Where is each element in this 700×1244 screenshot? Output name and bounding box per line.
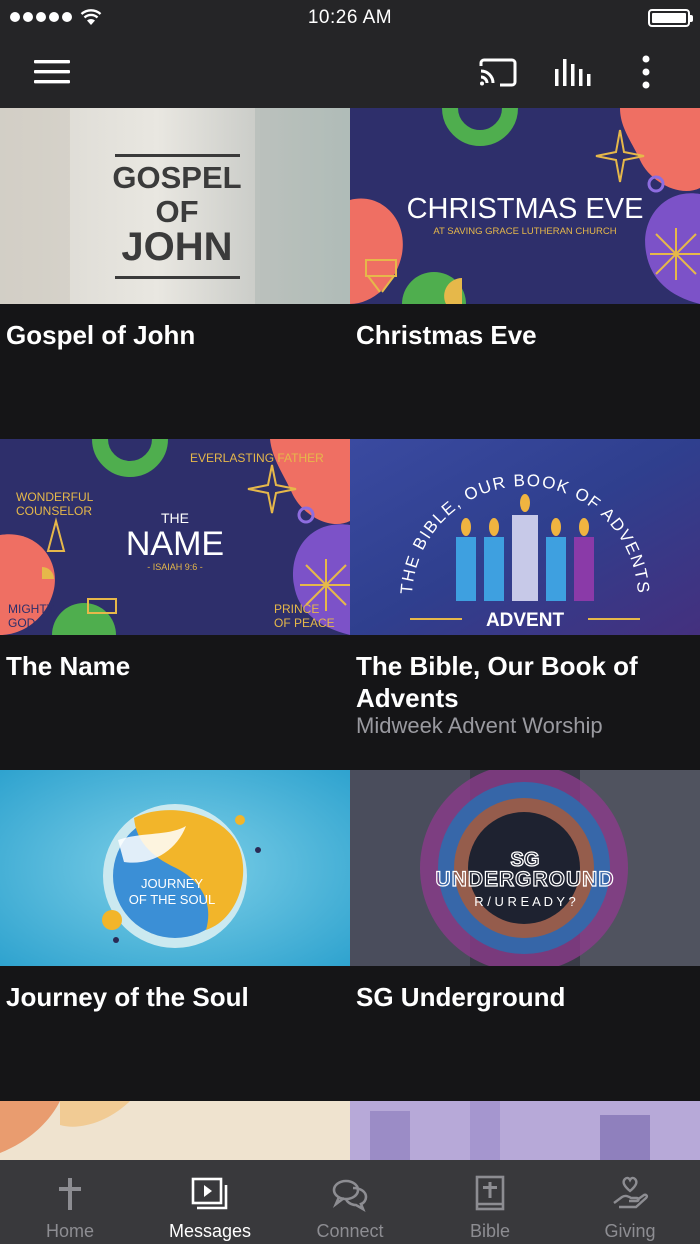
bible-book-icon (470, 1174, 510, 1214)
series-card[interactable]: JOURNEY OF THE SOUL Journey of the Soul (0, 770, 350, 1101)
battery-icon (648, 9, 693, 27)
art-text: GOSPEL (112, 160, 241, 195)
art-text: OF PEACE (274, 616, 335, 630)
series-card[interactable]: THE NAME - ISAIAH 9:6 - WONDERFUL COUNSE… (0, 439, 350, 770)
hamburger-menu-icon (34, 60, 70, 84)
giving-hand-heart-icon (610, 1174, 650, 1214)
art-text: GOD (8, 616, 36, 630)
series-artwork (350, 1101, 700, 1161)
art-text: NAME (126, 525, 224, 563)
art-text: R / U R E A D Y ? (474, 894, 575, 909)
series-subtitle: Midweek Advent Worship (356, 713, 603, 738)
tab-label: Connect (316, 1221, 384, 1241)
art-text: CHRISTMAS EVE (407, 193, 644, 225)
series-artwork: SG UNDERGROUND R / U R E A D Y ? (350, 770, 700, 966)
series-card[interactable]: THE BIBLE, OUR BOOK OF ADVENTS ADVENT Th… (350, 439, 700, 770)
tab-giving[interactable]: Giving (560, 1160, 700, 1244)
series-artwork: JOURNEY OF THE SOUL (0, 770, 350, 966)
video-messages-icon (190, 1174, 230, 1214)
art-text: COUNSELOR (16, 504, 92, 518)
series-card[interactable]: SG UNDERGROUND R / U R E A D Y ? SG Unde… (350, 770, 700, 1101)
tab-label: Bible (469, 1221, 511, 1241)
menu-button[interactable] (32, 56, 74, 88)
art-text: EVERLASTING FATHER (190, 451, 324, 465)
art-text: OF (155, 194, 198, 229)
status-time: 10:26 AM (307, 7, 393, 28)
cast-button[interactable] (476, 54, 520, 90)
chat-bubbles-icon (330, 1174, 370, 1214)
art-text: OF THE SOUL (129, 892, 215, 907)
audio-button[interactable] (550, 54, 594, 90)
tab-bible[interactable]: Bible (420, 1160, 560, 1244)
tab-label: Messages (168, 1221, 252, 1241)
series-title: The Bible, Our Book of Advents (356, 651, 638, 713)
series-title: SG Underground (356, 982, 566, 1012)
more-vertical-icon (642, 55, 650, 89)
art-text: AT SAVING GRACE LUTHERAN CHURCH (433, 226, 616, 237)
series-title: Journey of the Soul (6, 982, 249, 1012)
art-text: JOURNEY (141, 876, 203, 891)
series-artwork: THE BIBLE, OUR BOOK OF ADVENTS ADVENT (350, 439, 700, 635)
art-text: PRINCE (274, 602, 319, 616)
cross-icon (50, 1174, 90, 1214)
series-artwork: THE NAME - ISAIAH 9:6 - WONDERFUL COUNSE… (0, 439, 350, 635)
art-text: WONDERFUL (16, 490, 94, 504)
cast-icon (479, 58, 517, 87)
art-text: ADVENT (486, 610, 565, 631)
top-toolbar (0, 36, 700, 108)
series-artwork: GOSPEL OF JOHN (0, 108, 350, 304)
series-artwork: CHRISTMAS EVE AT SAVING GRACE LUTHERAN C… (350, 108, 700, 304)
tab-messages[interactable]: Messages (140, 1160, 280, 1244)
tab-label: Giving (604, 1221, 656, 1241)
art-text: JOHN (121, 225, 232, 269)
bottom-tab-bar: Home Messages Connect Bible Giving (0, 1160, 700, 1244)
series-card[interactable]: CHRISTMAS EVE AT SAVING GRACE LUTHERAN C… (350, 108, 700, 439)
art-text: - ISAIAH 9:6 - (147, 562, 203, 572)
series-card[interactable] (0, 1101, 350, 1161)
audio-bars-icon (555, 59, 591, 86)
tab-connect[interactable]: Connect (280, 1160, 420, 1244)
series-artwork (0, 1101, 350, 1161)
series-card[interactable]: GOSPEL OF JOHN Gospel of John (0, 108, 350, 439)
tab-home[interactable]: Home (0, 1160, 140, 1244)
series-title: Gospel of John (6, 320, 196, 350)
series-title: Christmas Eve (356, 320, 537, 350)
art-text: THE (161, 510, 189, 526)
more-options-button[interactable] (624, 54, 668, 90)
tab-label: Home (45, 1221, 94, 1241)
status-bar: 10:26 AM (0, 0, 700, 36)
series-title: The Name (6, 651, 131, 681)
art-text: UNDERGROUND (436, 868, 615, 891)
series-card[interactable] (350, 1101, 700, 1161)
art-text: MIGHTY (8, 602, 55, 616)
